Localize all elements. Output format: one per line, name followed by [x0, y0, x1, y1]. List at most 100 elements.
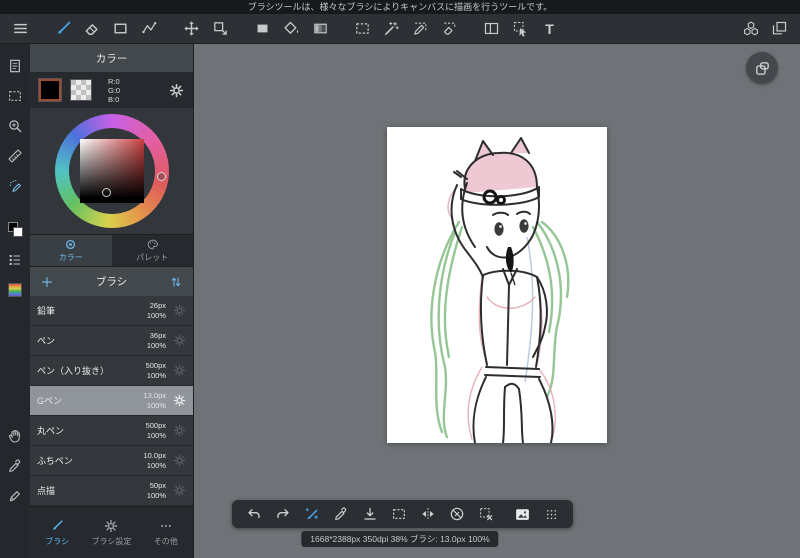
- eyedropper-tool-button[interactable]: [2, 452, 28, 479]
- polyline-tool-button[interactable]: [135, 16, 164, 42]
- gradient-chip-button[interactable]: [2, 276, 28, 303]
- brush-settings-button[interactable]: [173, 454, 186, 467]
- hand-tool-button[interactable]: [2, 422, 28, 449]
- gradient-tool-button[interactable]: [306, 16, 335, 42]
- gear-icon: [173, 334, 186, 347]
- image-icon: [514, 506, 531, 523]
- brush-list-item[interactable]: 点描 50px 100%: [30, 476, 193, 506]
- frames-icon: [754, 60, 771, 77]
- color-set-icon: [7, 252, 23, 268]
- brush-icon: [50, 519, 64, 533]
- color-set-button[interactable]: [2, 246, 28, 273]
- color-swatch-row: R:0 G:0 B:0: [30, 72, 193, 108]
- gear-icon: [173, 454, 186, 467]
- color-settings-button[interactable]: [169, 83, 184, 98]
- brush-list-item[interactable]: ペン（入り抜き） 500px 100%: [30, 356, 193, 386]
- sv-indicator[interactable]: [101, 188, 111, 197]
- hue-indicator[interactable]: [157, 172, 166, 181]
- tab-brush-settings[interactable]: ブラシ設定: [84, 507, 138, 558]
- select-tool-button[interactable]: [348, 16, 377, 42]
- transform-tool-button[interactable]: [206, 16, 235, 42]
- add-brush-button[interactable]: [40, 275, 54, 289]
- split-view-icon: [483, 20, 500, 37]
- canvas-area[interactable]: 1668*2388px 350dpi 38% ブラシ: 13.0px 100%: [194, 44, 800, 558]
- current-color-swatch[interactable]: [39, 79, 61, 101]
- brush-settings-button[interactable]: [173, 424, 186, 437]
- canvas-view-toggle-button[interactable]: [746, 52, 778, 84]
- transform-icon: [212, 20, 229, 37]
- magic-wand-icon: [383, 20, 400, 37]
- tab-brush[interactable]: ブラシ: [30, 507, 84, 558]
- bucket-tool-button[interactable]: [277, 16, 306, 42]
- ruler-button[interactable]: [2, 142, 28, 169]
- select-pen-tool-button[interactable]: [406, 16, 435, 42]
- tab-brush-settings-label: ブラシ設定: [91, 536, 132, 546]
- tab-color-label: カラー: [58, 253, 83, 262]
- rainbow-chip-icon: [8, 282, 22, 297]
- toolbar-drag-handle[interactable]: [537, 502, 566, 526]
- undo-button[interactable]: [239, 502, 268, 526]
- transparent-color-swatch[interactable]: [70, 79, 92, 101]
- fill-rect-tool-button[interactable]: [248, 16, 277, 42]
- quick-select-button[interactable]: [384, 502, 413, 526]
- select-move-icon: [512, 20, 529, 37]
- materials-button[interactable]: [736, 16, 765, 42]
- select-move-button[interactable]: [506, 16, 535, 42]
- move-tool-button[interactable]: [177, 16, 206, 42]
- new-document-button[interactable]: [2, 52, 28, 79]
- brush-list-item[interactable]: 鉛筆 26px 100%: [30, 296, 193, 326]
- brush-settings-button[interactable]: [173, 304, 186, 317]
- magic-wand-tool-button[interactable]: [377, 16, 406, 42]
- select-panel-button[interactable]: [2, 82, 28, 109]
- deselect-button[interactable]: [471, 502, 500, 526]
- shape-tool-button[interactable]: [106, 16, 135, 42]
- layers-button[interactable]: [765, 16, 794, 42]
- hand-icon: [7, 428, 23, 444]
- sort-brushes-button[interactable]: [169, 275, 183, 289]
- menu-button[interactable]: [6, 16, 35, 42]
- brush-values: 13.0px 100%: [143, 390, 166, 410]
- brush-list-item[interactable]: ふちペン 10.0px 100%: [30, 446, 193, 476]
- draw-disable-button[interactable]: [442, 502, 471, 526]
- brush-settings-button[interactable]: [173, 484, 186, 497]
- save-button[interactable]: [355, 502, 384, 526]
- brush-settings-button[interactable]: [173, 364, 186, 377]
- fg-bg-color-button[interactable]: [2, 216, 28, 243]
- gear-icon: [173, 364, 186, 377]
- brush-settings-button[interactable]: [173, 394, 186, 407]
- tab-others[interactable]: その他: [139, 507, 193, 558]
- gear-icon: [173, 394, 186, 407]
- saturation-value-square[interactable]: [79, 139, 144, 203]
- eraser-tool-button[interactable]: [77, 16, 106, 42]
- sort-icon: [169, 275, 183, 289]
- text-tool-button[interactable]: T: [535, 16, 564, 42]
- tab-palette[interactable]: パレット: [112, 235, 194, 266]
- airbrush-button[interactable]: [2, 172, 28, 199]
- brush-settings-button[interactable]: [173, 334, 186, 347]
- artwork-sketch: [430, 137, 570, 444]
- drawing-canvas[interactable]: [387, 127, 607, 444]
- flip-horizontal-button[interactable]: [413, 502, 442, 526]
- tab-brush-label: ブラシ: [45, 536, 70, 546]
- gear-icon: [173, 424, 186, 437]
- rgb-g-value: G:0: [108, 85, 121, 95]
- pen-tool-button[interactable]: [2, 482, 28, 509]
- brush-list-item-selected[interactable]: Gペン 13.0px 100%: [30, 386, 193, 416]
- select-eraser-tool-button[interactable]: [435, 16, 464, 42]
- select-rectangle-icon: [354, 20, 371, 37]
- zoom-button[interactable]: [2, 112, 28, 139]
- brush-list-item[interactable]: ペン 36px 100%: [30, 326, 193, 356]
- split-view-button[interactable]: [477, 16, 506, 42]
- select-rectangle-icon: [391, 506, 407, 522]
- quick-brush-button[interactable]: [297, 502, 326, 526]
- brush-list-item[interactable]: 丸ペン 500px 100%: [30, 416, 193, 446]
- color-panel-title: カラー: [30, 44, 193, 72]
- layers-icon: [771, 20, 788, 37]
- redo-button[interactable]: [268, 502, 297, 526]
- brush-tool-button[interactable]: [48, 16, 77, 42]
- quick-toolbar: [232, 500, 573, 528]
- quick-eyedropper-button[interactable]: [326, 502, 355, 526]
- reference-image-button[interactable]: [508, 502, 537, 526]
- brush-sparkle-icon: [303, 506, 320, 523]
- tab-color[interactable]: カラー: [30, 235, 112, 266]
